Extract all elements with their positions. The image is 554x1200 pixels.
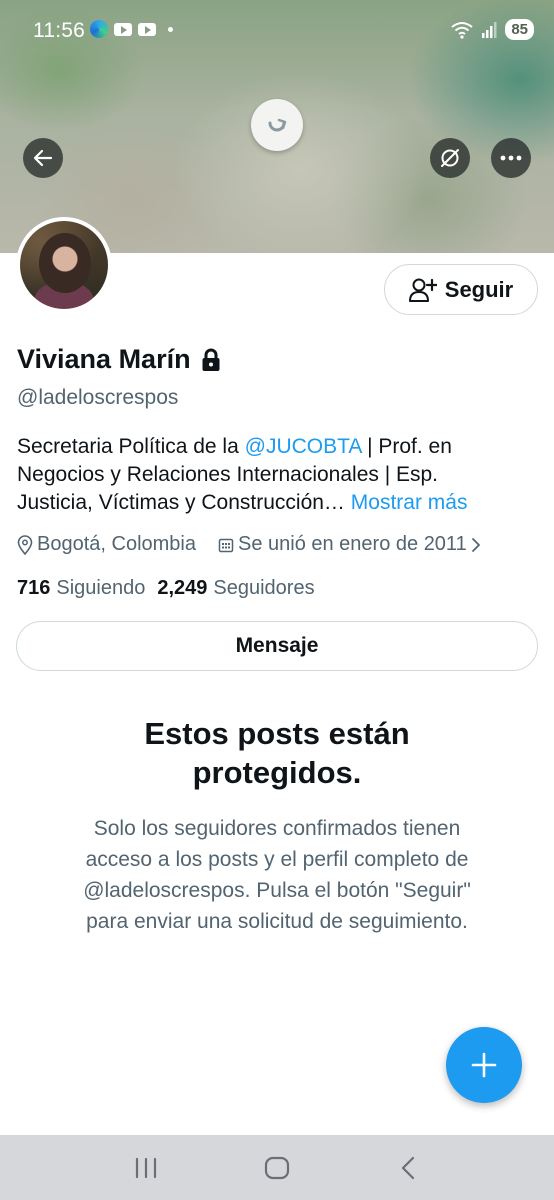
chevron-right-icon: [471, 537, 480, 552]
recent-apps-icon: [135, 1157, 156, 1178]
joined-item[interactable]: Se unió en enero de 2011: [218, 533, 481, 556]
refresh-indicator: [251, 99, 303, 151]
compose-button[interactable]: [446, 1027, 522, 1103]
translate-off-icon: [441, 149, 459, 167]
youtube-icon: [138, 22, 156, 36]
bio-text: | Prof. en: [361, 435, 452, 458]
profile-avatar[interactable]: [16, 217, 112, 313]
calendar-icon: [218, 538, 234, 552]
profile-meta: Bogotá, Colombia Se unió en enero de 201…: [17, 533, 481, 556]
location-pin-icon: [17, 534, 33, 555]
profile-name-row: Viviana Marín: [17, 344, 221, 375]
follow-stats: 716 Siguiendo 2,249 Seguidores: [17, 577, 315, 600]
followers-stat[interactable]: 2,249 Seguidores: [157, 577, 314, 600]
location-item: Bogotá, Colombia: [17, 533, 196, 556]
protected-text-line: para enviar una solicitud de seguimiento…: [86, 910, 468, 933]
back-button[interactable]: [23, 138, 63, 178]
notification-icons: [90, 20, 173, 38]
home-button[interactable]: [247, 1148, 307, 1188]
profile-name: Viviana Marín: [17, 344, 191, 374]
recent-apps-button[interactable]: [116, 1148, 176, 1188]
battery-indicator: 85: [505, 19, 534, 40]
followers-label: Seguidores: [213, 577, 315, 599]
message-label: Mensaje: [235, 634, 319, 657]
wifi-icon: [451, 21, 473, 39]
system-icons: 85: [451, 19, 534, 40]
protected-title-line: Estos posts están: [144, 716, 410, 751]
follow-button[interactable]: Seguir: [384, 264, 538, 315]
avatar: [20, 221, 108, 309]
show-more-link[interactable]: Mostrar más: [351, 491, 468, 514]
plus-icon: [471, 1052, 497, 1078]
location-text: Bogotá, Colombia: [37, 533, 196, 555]
profile-handle: @ladeloscrespos: [17, 386, 179, 409]
followers-count: 2,249: [157, 577, 208, 599]
follow-label: Seguir: [444, 276, 514, 302]
edge-icon: [90, 20, 108, 38]
back-arrow-icon: [33, 149, 53, 167]
bio-mention-link[interactable]: @JUCOBTA: [245, 435, 362, 458]
status-bar: 11:56 85: [0, 0, 554, 62]
bio-text: Negocios y Relaciones Internacionales | …: [17, 463, 439, 486]
protected-description: Solo los seguidores confirmados tienen a…: [0, 813, 554, 937]
translate-off-button[interactable]: [430, 138, 470, 178]
add-user-icon: [408, 278, 437, 302]
protected-text-line: Solo los seguidores confirmados tienen: [93, 817, 461, 840]
protected-text-line: acceso a los posts y el perfil completo …: [85, 848, 469, 871]
home-icon: [264, 1156, 290, 1179]
profile-bio: Secretaria Política de la @JUCOBTA | Pro…: [17, 433, 537, 517]
following-count: 716: [17, 577, 51, 599]
more-button[interactable]: [491, 138, 531, 178]
status-time: 11:56: [33, 19, 85, 42]
bio-text: Justicia, Víctimas y Construcción…: [17, 491, 351, 514]
refresh-icon: [268, 118, 287, 132]
bio-text: Secretaria Política de la: [17, 435, 245, 458]
protected-title: Estos posts están protegidos.: [0, 714, 554, 792]
joined-text: Se unió en enero de 2011: [237, 533, 467, 555]
protected-text-line: @ladeloscrespos. Pulsa el botón "Seguir": [83, 879, 471, 902]
youtube-icon: [114, 22, 132, 36]
lock-icon: [202, 348, 220, 371]
back-chevron-icon: [402, 1156, 415, 1179]
android-navigation-bar: [0, 1135, 554, 1200]
back-nav-button[interactable]: [378, 1148, 438, 1188]
more-icon: [500, 155, 522, 161]
following-label: Siguiendo: [56, 577, 146, 599]
message-button[interactable]: Mensaje: [16, 621, 538, 671]
dot-icon: [168, 26, 173, 32]
signal-icon: [482, 21, 497, 38]
following-stat[interactable]: 716 Siguiendo: [17, 577, 145, 600]
protected-title-line: protegidos.: [192, 755, 362, 790]
